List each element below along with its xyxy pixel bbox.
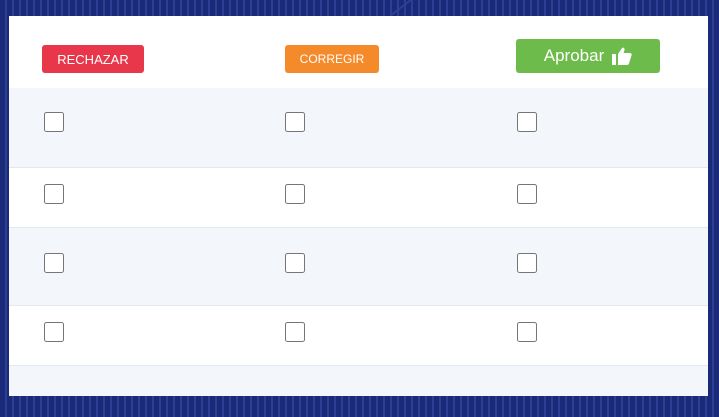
reject-checkbox[interactable] [44, 253, 64, 273]
approve-checkbox[interactable] [517, 253, 537, 273]
approve-button-label: Aprobar [543, 46, 605, 65]
table-body [9, 88, 708, 396]
reject-checkbox[interactable] [44, 184, 64, 204]
reject-button-label: RECHAZAR [57, 51, 129, 67]
approve-checkbox[interactable] [517, 322, 537, 342]
table-header: RECHAZAR CORREGIR Aprobar [9, 16, 708, 88]
approve-checkbox[interactable] [517, 184, 537, 204]
correct-checkbox[interactable] [285, 322, 305, 342]
reject-button[interactable]: RECHAZAR [42, 45, 144, 73]
reject-checkbox[interactable] [44, 112, 64, 132]
correct-checkbox[interactable] [285, 112, 305, 132]
correct-checkbox[interactable] [285, 184, 305, 204]
approve-checkbox[interactable] [517, 112, 537, 132]
reject-checkbox[interactable] [44, 322, 64, 342]
table-row-partial [9, 366, 708, 396]
correct-checkbox[interactable] [285, 253, 305, 273]
callout-pointer [388, 0, 418, 16]
correct-button[interactable]: CORREGIR [285, 45, 379, 73]
thumbs-up-icon [612, 47, 632, 65]
table-row [9, 168, 708, 228]
table-row [9, 306, 708, 366]
table-row [9, 88, 708, 168]
table-row [9, 228, 708, 306]
approve-button[interactable]: Aprobar [516, 39, 660, 73]
correct-button-label: CORREGIR [299, 52, 365, 66]
review-table: RECHAZAR CORREGIR Aprobar [9, 16, 708, 396]
